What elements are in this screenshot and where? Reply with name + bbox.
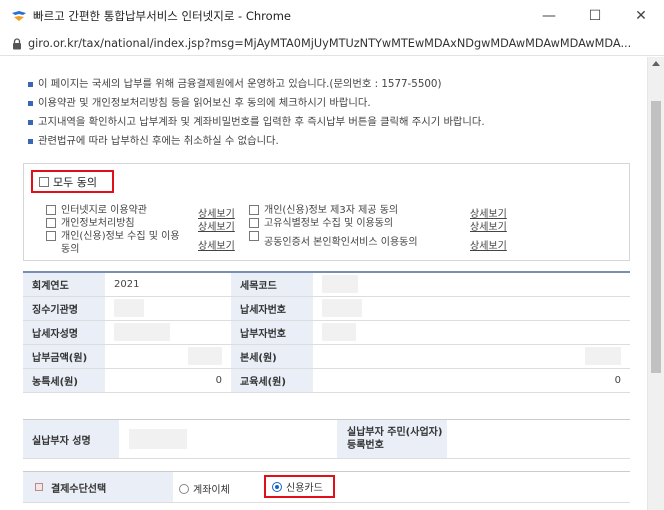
option-account-label: 계좌이체 — [193, 485, 230, 496]
payment-method-header: 결제수단선택 — [23, 472, 173, 502]
value-main-tax — [313, 344, 630, 369]
checkbox-credit-info-collection[interactable] — [46, 231, 56, 241]
value-fiscal-year: 2021 — [105, 271, 231, 297]
close-icon: ✕ — [635, 8, 647, 24]
bullet-square-icon — [28, 120, 33, 125]
label-payer-number: 납부자번호 — [231, 320, 313, 345]
label-taxpayer-number: 납세자번호 — [231, 296, 313, 321]
radio-selected-icon[interactable] — [272, 481, 282, 492]
agree-all-label: 모두 동의 — [53, 175, 97, 189]
payer-id-label: 실납부자 주민(사업자) 등록번호 — [337, 420, 447, 458]
maximize-button[interactable]: ☐ — [572, 0, 618, 32]
option-credit-card[interactable]: 신용카드 — [264, 475, 335, 498]
term-label: 고유식별정보 수집 및 이용동의 — [264, 218, 394, 229]
payer-id-value — [447, 420, 630, 458]
value-tax-code — [313, 271, 630, 297]
scroll-thumb[interactable] — [651, 101, 661, 373]
term-label: 동의 — [61, 244, 80, 255]
term-label: 개인(신용)정보 수집 및 이용 — [61, 231, 180, 242]
radio-unselected-icon[interactable] — [179, 483, 189, 494]
bullet-square-icon — [28, 82, 33, 87]
checkbox-certificate-auth[interactable] — [249, 231, 259, 241]
table-row: 회계연도 2021 세목코드 — [23, 271, 630, 297]
payer-id-label-line2: 등록번호 — [347, 440, 384, 451]
giro-app-icon — [12, 11, 26, 21]
vertical-scrollbar[interactable] — [647, 57, 664, 510]
redacted-block — [114, 323, 170, 341]
table-row: 납부금액(원) 본세(원) — [23, 344, 630, 369]
actual-payer-section: 실납부자 성명 실납부자 주민(사업자) 등록번호 — [23, 419, 630, 459]
notice-item: 이용약관 및 개인정보처리방침 등을 읽어보신 후 동의에 체크하시기 바랍니다… — [28, 94, 628, 113]
label-rural-tax: 농특세(원) — [23, 368, 105, 393]
payer-id-label-line1: 실납부자 주민(사업자) — [347, 427, 443, 438]
value-rural-tax: 0 — [105, 368, 231, 393]
minimize-icon: — — [542, 8, 556, 24]
checkbox-icon[interactable] — [39, 176, 49, 187]
notice-list: 이 페이지는 국세의 납부를 위해 금융결제원에서 운영하고 있습니다.(문의번… — [28, 75, 628, 151]
redacted-block — [322, 299, 362, 317]
redacted-block — [188, 347, 222, 365]
label-tax-code: 세목코드 — [231, 271, 313, 297]
table-row: 농특세(원) 0 교육세(원) 0 — [23, 368, 630, 393]
value-taxpayer-name — [105, 320, 231, 345]
label-collector: 징수기관명 — [23, 296, 105, 321]
redacted-block — [322, 275, 358, 294]
checkbox-terms-of-use[interactable] — [46, 205, 56, 215]
close-button[interactable]: ✕ — [618, 0, 664, 32]
term-label: 개인(신용)정보 제3자 제공 동의 — [264, 205, 399, 216]
option-account-transfer[interactable]: 계좌이체 — [179, 481, 230, 496]
notice-item: 고지내역을 확인하시고 납부계좌 및 계좌비밀번호를 입력한 후 즉시납부 버튼… — [28, 113, 628, 132]
payer-name-value — [119, 420, 337, 458]
label-fiscal-year: 회계연도 — [23, 271, 105, 297]
value-collector — [105, 296, 231, 321]
label-taxpayer-name: 납세자성명 — [23, 320, 105, 345]
payer-name-label: 실납부자 성명 — [23, 420, 119, 458]
page-url[interactable]: giro.or.kr/tax/national/index.jsp?msg=Mj… — [28, 37, 658, 50]
option-card-label: 신용카드 — [286, 483, 323, 494]
notice-item: 관련법규에 따라 납부하신 후에는 취소하실 수 없습니다. — [28, 132, 628, 151]
minimize-button[interactable]: — — [526, 0, 572, 32]
bullet-square-icon — [28, 101, 33, 106]
scroll-up-arrow-icon[interactable] — [652, 61, 660, 66]
page-content: 이 페이지는 국세의 납부를 위해 금융결제원에서 운영하고 있습니다.(문의번… — [0, 57, 647, 510]
label-education-tax: 교육세(원) — [231, 368, 313, 393]
redacted-block — [114, 299, 144, 317]
bullet-box-icon — [35, 483, 43, 491]
detail-link[interactable]: 상세보기 — [470, 218, 507, 233]
agree-all-checkbox[interactable]: 모두 동의 — [31, 170, 114, 193]
value-payment-amount — [105, 344, 231, 369]
checkbox-unique-id-collection[interactable] — [249, 218, 259, 228]
lock-icon — [13, 37, 21, 49]
label-main-tax: 본세(원) — [231, 344, 313, 369]
bullet-square-icon — [28, 139, 33, 144]
detail-link[interactable]: 상세보기 — [198, 218, 235, 233]
value-education-tax: 0 — [313, 368, 630, 393]
redacted-block — [585, 347, 621, 365]
window-titlebar: 빠르고 간편한 통합납부서비스 인터넷지로 - Chrome — ☐ ✕ — [0, 0, 664, 32]
address-bar[interactable]: giro.or.kr/tax/national/index.jsp?msg=Mj… — [0, 32, 664, 56]
redacted-block — [129, 429, 187, 449]
tax-info-table: 회계연도 2021 세목코드 징수기관명 납세자번호 납세자성명 납부자번호 납… — [23, 271, 630, 393]
payment-method-label: 결제수단선택 — [51, 483, 107, 495]
term-label: 개인정보처리방침 — [61, 218, 135, 229]
agreement-box: 모두 동의 인터넷지로 이용약관 상세보기 개인정보처리방침 상세보기 개인(신… — [23, 163, 630, 261]
label-payment-amount: 납부금액(원) — [23, 344, 105, 369]
window-title: 빠르고 간편한 통합납부서비스 인터넷지로 - Chrome — [33, 9, 291, 23]
table-row: 징수기관명 납세자번호 — [23, 296, 630, 321]
checkbox-privacy-policy[interactable] — [46, 218, 56, 228]
detail-link[interactable]: 상세보기 — [470, 237, 507, 252]
value-taxpayer-number — [313, 296, 630, 321]
table-row: 납세자성명 납부자번호 — [23, 320, 630, 345]
term-label: 인터넷지로 이용약관 — [61, 205, 147, 216]
notice-item: 이 페이지는 국세의 납부를 위해 금융결제원에서 운영하고 있습니다.(문의번… — [28, 75, 628, 94]
value-payer-number — [313, 320, 630, 345]
term-label: 공동인증서 본인확인서비스 이용동의 — [264, 237, 418, 248]
redacted-block — [322, 323, 356, 341]
maximize-icon: ☐ — [588, 8, 602, 24]
checkbox-third-party-provision[interactable] — [249, 205, 259, 215]
detail-link[interactable]: 상세보기 — [198, 237, 235, 252]
